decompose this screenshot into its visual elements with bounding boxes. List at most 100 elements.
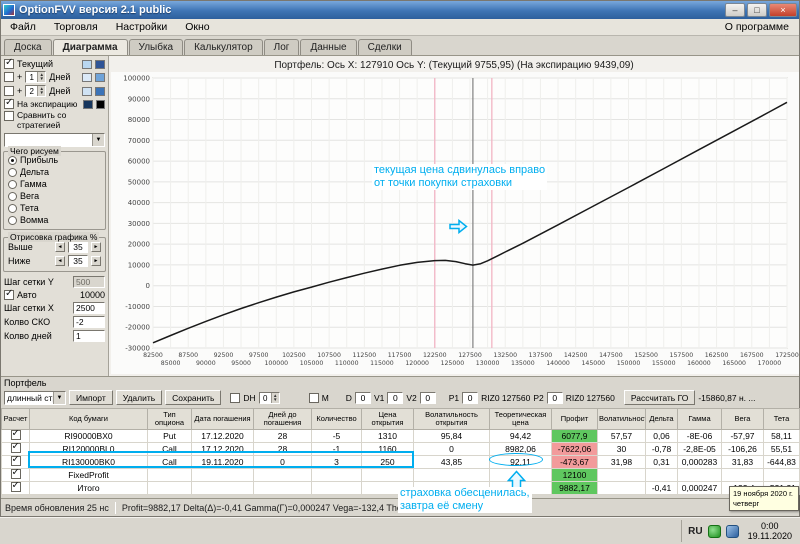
window-title: OptionFVV версия 2.1 public — [19, 4, 723, 16]
expiration-checkbox[interactable]: ✓ — [4, 99, 14, 109]
color-swatch[interactable] — [95, 87, 105, 96]
radio-theta[interactable]: Тета — [7, 202, 102, 214]
tab-deals[interactable]: Сделки — [358, 39, 412, 55]
system-tray: RU 0:00 19.11.2020 — [681, 520, 796, 542]
above-decrease-button[interactable]: ◄ — [55, 242, 65, 252]
cell — [598, 482, 646, 495]
column-header[interactable]: Гамма — [678, 409, 722, 430]
tab-diagram[interactable]: Диаграмма — [53, 39, 128, 56]
color-swatch[interactable] — [82, 73, 92, 82]
cell: -2,8E-05 — [678, 443, 722, 456]
tab-log[interactable]: Лог — [264, 39, 300, 55]
save-button[interactable]: Сохранить — [165, 390, 221, 405]
row-calc-checkbox[interactable]: ✓ — [11, 469, 21, 479]
compare-checkbox[interactable] — [4, 111, 14, 121]
menu-about[interactable]: О программе — [716, 20, 799, 34]
color-swatch[interactable] — [82, 87, 92, 96]
row-calc-checkbox[interactable]: ✓ — [11, 482, 21, 492]
above-value[interactable]: 35 — [68, 241, 88, 253]
tab-smile[interactable]: Улыбка — [129, 39, 184, 55]
row-calc-checkbox[interactable]: ✓ — [11, 443, 21, 453]
days2-stepper[interactable]: 2▲▼ — [25, 85, 46, 97]
below-decrease-button[interactable]: ◄ — [55, 256, 65, 266]
svg-text:135000: 135000 — [511, 360, 535, 367]
portfolio-panel: Портфель длинный стре... ▼ Импорт Удалит… — [1, 376, 799, 498]
cell: 0,000247 — [678, 482, 722, 495]
close-button[interactable]: × — [769, 3, 797, 17]
row-calc-checkbox[interactable]: ✓ — [11, 430, 21, 440]
dh-checkbox[interactable] — [230, 393, 240, 403]
d-input[interactable]: 0 — [355, 392, 371, 404]
radio-gamma[interactable]: Гамма — [7, 178, 102, 190]
delete-button[interactable]: Удалить — [116, 390, 162, 405]
color-swatch[interactable] — [95, 60, 105, 69]
days-count-input[interactable]: 1 — [73, 330, 105, 342]
plus1-checkbox[interactable] — [4, 72, 14, 82]
column-header[interactable]: Теоретическая цена — [490, 409, 552, 430]
below-increase-button[interactable]: ► — [91, 256, 101, 266]
v2-input[interactable]: 0 — [420, 392, 436, 404]
plus2-checkbox[interactable] — [4, 86, 14, 96]
table-row[interactable]: ✓FixedProfit12100 — [2, 469, 800, 482]
tab-calculator[interactable]: Калькулятор — [184, 39, 263, 55]
radio-vomma[interactable]: Вомма — [7, 214, 102, 226]
sko-input[interactable]: -2 — [73, 316, 105, 328]
color-swatch[interactable] — [83, 100, 92, 109]
tray-chart-icon[interactable] — [726, 525, 739, 538]
p1-input[interactable]: 0 — [462, 392, 478, 404]
menu-window[interactable]: Окно — [176, 20, 218, 34]
current-checkbox[interactable]: ✓ — [4, 59, 14, 69]
above-increase-button[interactable]: ► — [91, 242, 101, 252]
tray-clock[interactable]: 0:00 19.11.2020 — [744, 521, 796, 541]
minimize-button[interactable]: – — [725, 3, 745, 17]
cell — [598, 469, 646, 482]
color-swatch[interactable] — [82, 60, 92, 69]
below-value[interactable]: 35 — [68, 255, 88, 267]
row-calc-checkbox[interactable]: ✓ — [11, 456, 21, 466]
column-header[interactable]: Цена открытия — [362, 409, 414, 430]
import-button[interactable]: Импорт — [69, 390, 113, 405]
language-indicator[interactable]: RU — [688, 526, 702, 537]
column-header[interactable]: Тип опциона — [148, 409, 192, 430]
column-header[interactable]: Дата погашения — [192, 409, 254, 430]
column-header[interactable]: Волатильность открытия — [414, 409, 490, 430]
auto-checkbox[interactable]: ✓ — [4, 290, 14, 300]
p2-input[interactable]: 0 — [547, 392, 563, 404]
calc-go-button[interactable]: Рассчитать ГО — [624, 390, 695, 405]
table-row[interactable]: ✓RI90000BX0Put17.12.202028-5131095,8494,… — [2, 430, 800, 443]
radio-delta[interactable]: Дельта — [7, 166, 102, 178]
m-checkbox[interactable] — [309, 393, 319, 403]
v1-input[interactable]: 0 — [387, 392, 403, 404]
column-header[interactable]: Тета — [764, 409, 800, 430]
column-header[interactable]: Количество — [312, 409, 362, 430]
menu-file[interactable]: Файл — [1, 20, 45, 34]
tray-app-icon[interactable] — [708, 525, 721, 538]
tab-data[interactable]: Данные — [300, 39, 356, 55]
radio-vega[interactable]: Вега — [7, 190, 102, 202]
color-swatch[interactable] — [96, 100, 105, 109]
cell: Итого — [30, 482, 148, 495]
column-header[interactable]: Дней до погашения — [254, 409, 312, 430]
dh-stepper[interactable]: 0▲▼ — [259, 392, 280, 404]
column-header[interactable]: Код бумаги — [30, 409, 148, 430]
menu-trading[interactable]: Торговля — [45, 20, 107, 34]
column-header[interactable]: Профит — [552, 409, 598, 430]
maximize-button[interactable]: □ — [747, 3, 767, 17]
grid-x-input[interactable]: 2500 — [73, 302, 105, 314]
days1-stepper[interactable]: 1▲▼ — [25, 71, 46, 83]
d-label: D — [346, 393, 352, 403]
tab-board[interactable]: Доска — [4, 39, 52, 55]
column-header[interactable]: Дельта — [646, 409, 678, 430]
menu-settings[interactable]: Настройки — [107, 20, 177, 34]
svg-text:100000: 100000 — [123, 75, 150, 83]
cell — [362, 469, 414, 482]
strategy-select[interactable]: ▼ — [4, 133, 105, 147]
cell: 6077,9 — [552, 430, 598, 443]
row-highlight-box — [28, 451, 414, 468]
column-header[interactable]: Вега — [722, 409, 764, 430]
column-header[interactable]: Расчет — [2, 409, 30, 430]
portfolio-preset-select[interactable]: длинный стре... ▼ — [4, 391, 66, 405]
column-header[interactable]: Волатильность — [598, 409, 646, 430]
above-label: Выше — [8, 242, 33, 252]
color-swatch[interactable] — [95, 73, 105, 82]
